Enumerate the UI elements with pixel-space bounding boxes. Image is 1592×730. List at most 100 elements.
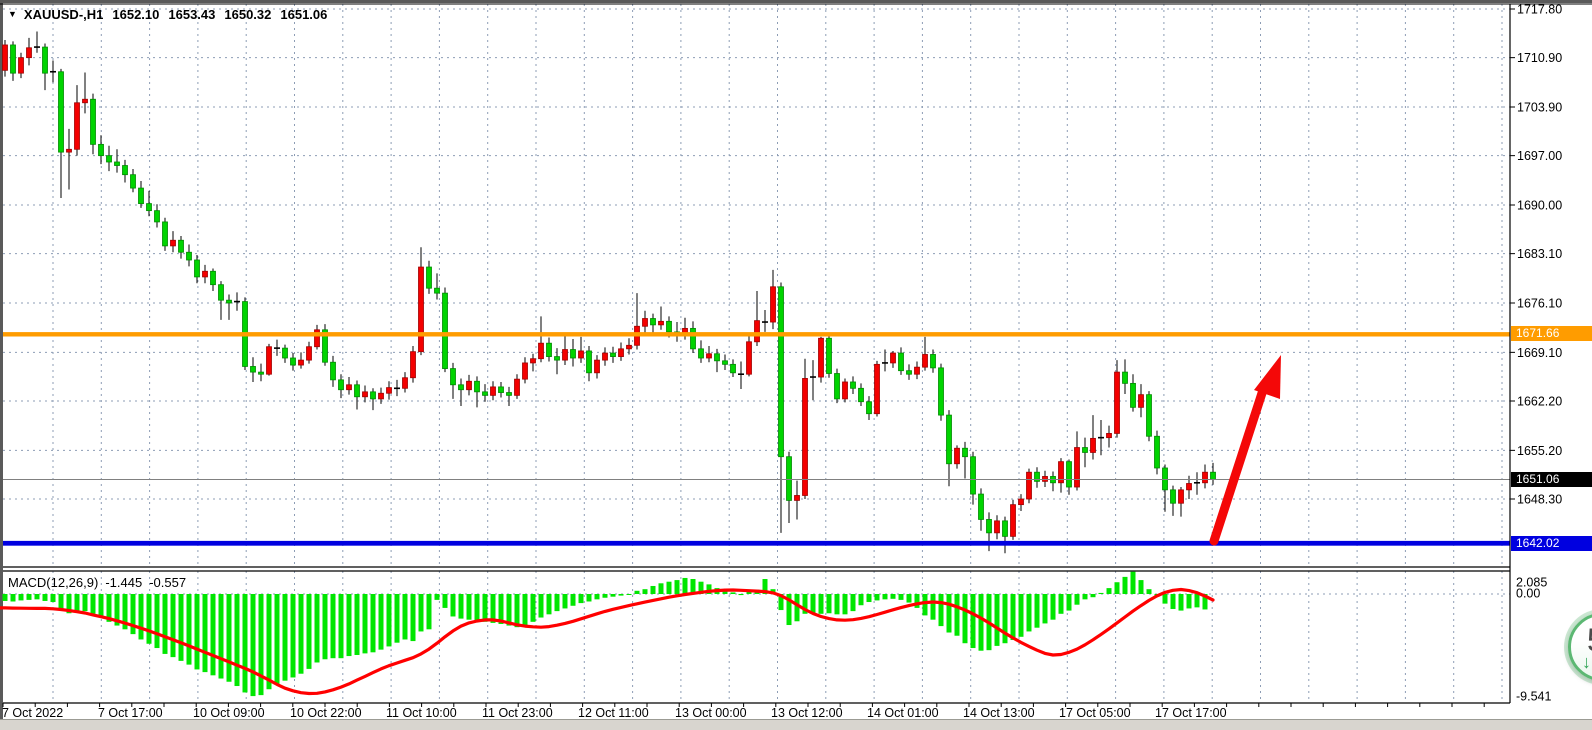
time-axis-label: 12 Oct 11:00 [578, 706, 649, 720]
macd-histogram-bar [419, 594, 424, 631]
bear-candle [283, 348, 288, 358]
macd-histogram-bar [1011, 594, 1016, 640]
bull-candle [539, 343, 544, 359]
bear-candle [963, 448, 968, 456]
macd-histogram-bar [227, 594, 232, 682]
collapse-triangle-icon[interactable]: ▼ [8, 9, 17, 19]
bear-candle [443, 293, 448, 368]
bull-candle [891, 353, 896, 363]
bull-candle [843, 382, 848, 399]
bull-candle [659, 321, 664, 325]
bear-candle [691, 328, 696, 348]
macd-histogram-bar [291, 594, 296, 677]
macd-histogram-bar [659, 583, 664, 594]
macd-histogram-bar [443, 594, 448, 608]
macd-histogram-bar [867, 594, 872, 602]
macd-histogram-bar [1171, 594, 1176, 609]
macd-histogram-bar [131, 594, 136, 634]
macd-histogram-bar [619, 594, 624, 596]
bear-candle [195, 260, 200, 277]
macd-histogram-bar [1107, 588, 1112, 594]
trend-arrow-shaft [1214, 390, 1263, 541]
bear-candle [1171, 490, 1176, 503]
bull-candle [267, 347, 272, 374]
bull-candle [1203, 472, 1208, 483]
macd-histogram-bar [883, 594, 888, 599]
macd-histogram-bar [843, 594, 848, 614]
bear-candle [123, 166, 128, 175]
bear-candle [147, 204, 152, 211]
bear-candle [555, 357, 560, 361]
bear-candle [251, 366, 256, 372]
macd-histogram-bar [275, 594, 280, 684]
bear-candle [1003, 521, 1008, 537]
bull-candle [1115, 372, 1120, 433]
macd-histogram-bar [251, 594, 256, 696]
macd-histogram-bar [667, 582, 672, 594]
macd-histogram-bar [475, 594, 480, 621]
macd-histogram-bar [51, 594, 56, 602]
bear-candle [971, 457, 976, 494]
svg-text:1690.00: 1690.00 [1517, 199, 1562, 213]
macd-histogram-bar [363, 594, 368, 653]
macd-histogram-bar [59, 594, 64, 609]
bear-candle [931, 354, 936, 367]
macd-histogram-bar [1043, 594, 1048, 623]
macd-histogram-bar [467, 594, 472, 620]
macd-histogram-bar [235, 594, 240, 686]
chart-canvas[interactable]: 1717.801710.901703.901697.001690.001683.… [0, 0, 1592, 730]
time-axis-label: 14 Oct 01:00 [867, 706, 939, 720]
macd-histogram-bar [907, 594, 912, 603]
bull-candle [955, 448, 960, 464]
macd-histogram-bar [355, 594, 360, 655]
macd-histogram-bar [43, 594, 48, 601]
bull-candle [619, 349, 624, 357]
macd-histogram-bar [571, 594, 576, 606]
bear-candle [1155, 436, 1160, 468]
macd-histogram-bar [155, 594, 160, 648]
ohlc-close: 1651.06 [280, 7, 327, 22]
bear-candle [11, 45, 16, 73]
bear-candle [715, 354, 720, 361]
bear-candle [355, 385, 360, 397]
macd-histogram-bar [459, 594, 464, 619]
bull-candle [75, 103, 80, 150]
bear-candle [947, 415, 952, 464]
ohlc-high: 1653.43 [168, 7, 215, 22]
bear-candle [867, 402, 872, 414]
macd-histogram-bar [515, 594, 520, 627]
bear-candle [859, 388, 864, 401]
macd-histogram-bar [371, 594, 376, 652]
macd-histogram-bar [323, 594, 328, 659]
bear-candle [899, 353, 904, 371]
macd-histogram-bar [211, 594, 216, 675]
macd-histogram-bar [11, 594, 16, 601]
macd-indicator-label: MACD(12,26,9)-1.445-0.557 [8, 575, 186, 590]
bull-candle [603, 353, 608, 360]
macd-histogram-bar [403, 594, 408, 639]
bear-candle [979, 494, 984, 519]
bull-candle [387, 388, 392, 394]
macd-histogram-bar [947, 594, 952, 633]
time-axis-label: 7 Oct 17:00 [98, 706, 163, 720]
bear-candle [459, 385, 464, 390]
svg-text:1683.10: 1683.10 [1517, 247, 1562, 261]
resistance-price-tag: 1671.66 [1511, 326, 1592, 341]
bear-candle [611, 353, 616, 357]
bull-candle [995, 521, 1000, 533]
macd-histogram-bar [851, 594, 856, 611]
time-axis-label: 13 Oct 00:00 [675, 706, 747, 720]
macd-histogram-bar [891, 594, 896, 599]
bear-candle [427, 267, 432, 288]
bull-candle [403, 378, 408, 389]
macd-histogram-bar [1147, 589, 1152, 594]
bull-candle [1091, 438, 1096, 452]
macd-histogram-bar [819, 594, 824, 614]
time-axis-label: 7 Oct 2022 [2, 706, 63, 720]
macd-histogram-bar [731, 592, 736, 594]
macd-histogram-bar [1179, 594, 1184, 611]
svg-text:-9.541: -9.541 [1516, 690, 1551, 704]
bear-candle [1163, 468, 1168, 490]
macd-histogram-bar [939, 594, 944, 626]
bull-candle [379, 393, 384, 399]
